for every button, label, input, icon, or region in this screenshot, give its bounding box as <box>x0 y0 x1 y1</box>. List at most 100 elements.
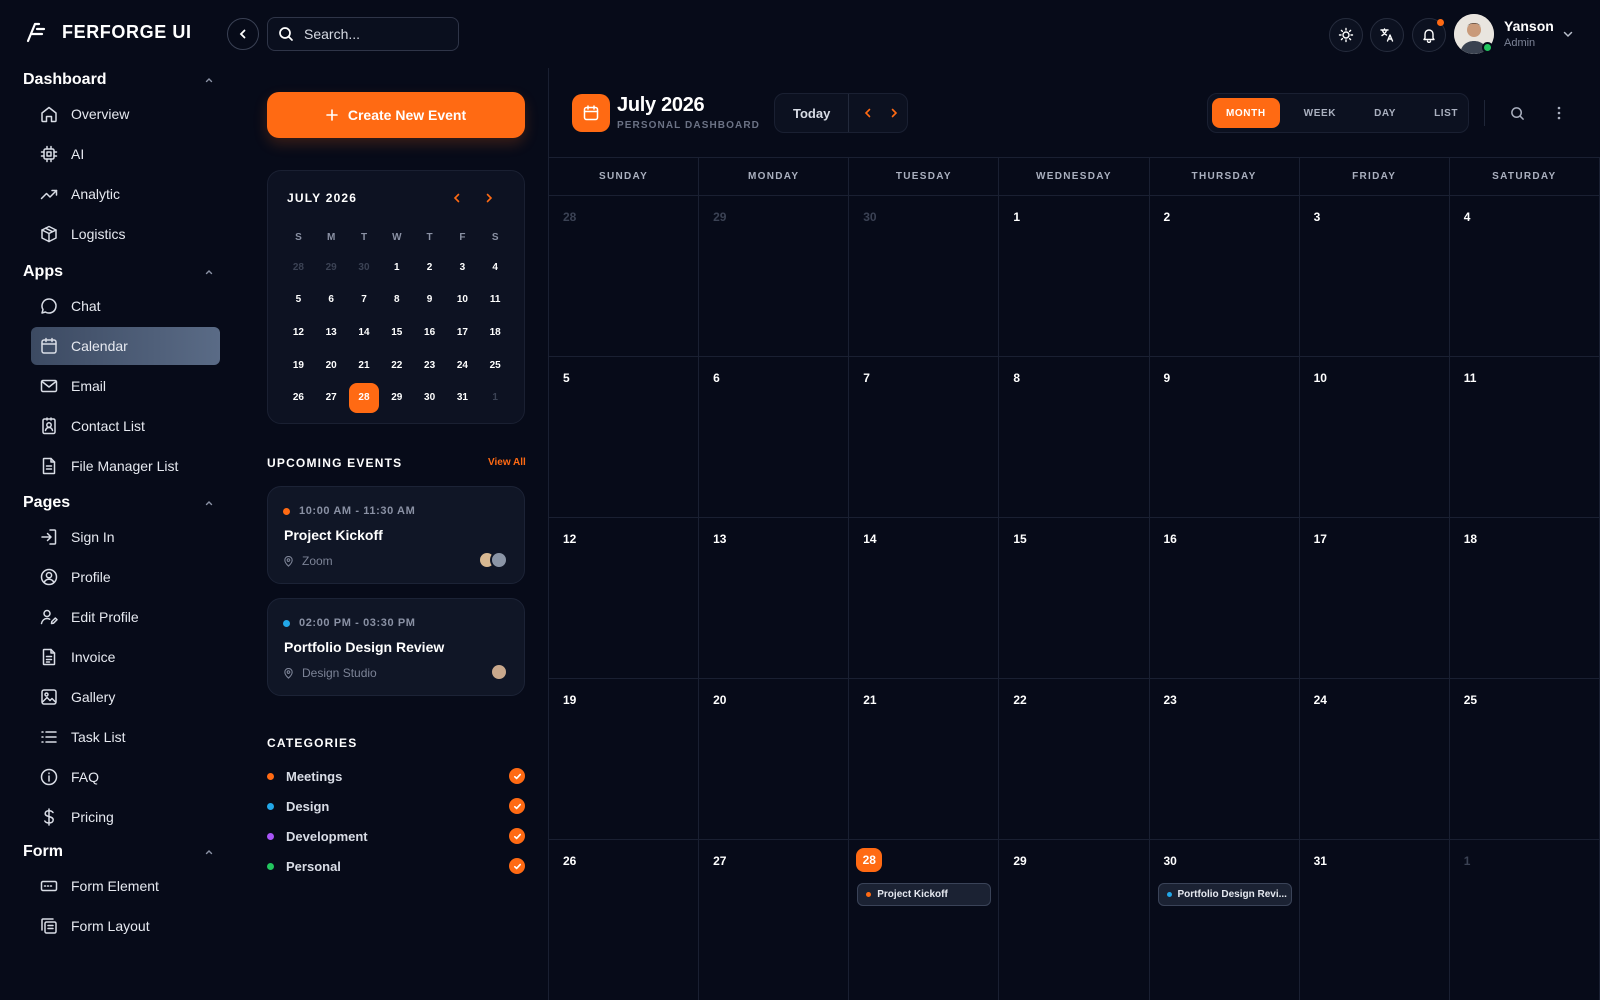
calendar-day[interactable]: 19 <box>549 679 700 840</box>
sidebar-item-logistics[interactable]: Logistics <box>31 215 220 253</box>
mini-day[interactable]: 30 <box>348 251 381 284</box>
sidebar-item-ai[interactable]: AI <box>31 135 220 173</box>
mini-day[interactable]: 28 <box>282 251 315 284</box>
more-options-button[interactable] <box>1546 100 1572 126</box>
category-checkbox[interactable] <box>509 858 525 874</box>
calendar-day[interactable]: 25 <box>1449 679 1600 840</box>
calendar-day[interactable]: 28 <box>549 196 700 357</box>
sidebar-item-gallery[interactable]: Gallery <box>31 678 220 716</box>
calendar-day[interactable]: 8 <box>999 357 1150 518</box>
collapse-sidebar-button[interactable] <box>227 18 259 50</box>
sidebar-item-analytic[interactable]: Analytic <box>31 175 220 213</box>
calendar-day[interactable]: 21 <box>849 679 1000 840</box>
calendar-day[interactable]: 1 <box>999 196 1150 357</box>
calendar-day[interactable]: 4 <box>1449 196 1600 357</box>
brand[interactable]: FERFORGE UI <box>24 20 192 44</box>
search-input[interactable] <box>304 26 444 42</box>
mini-day[interactable]: 12 <box>282 316 315 349</box>
calendar-day[interactable]: 18 <box>1449 518 1600 679</box>
calendar-day[interactable]: 17 <box>1299 518 1450 679</box>
view-month-button[interactable]: MONTH <box>1212 98 1280 128</box>
sidebar-item-file-manager-list[interactable]: File Manager List <box>31 447 220 485</box>
sidebar-item-pricing[interactable]: Pricing <box>31 798 220 836</box>
mini-day[interactable]: 4 <box>479 251 512 284</box>
calendar-day[interactable]: 13 <box>699 518 850 679</box>
notifications-button[interactable] <box>1412 18 1446 52</box>
calendar-day[interactable]: 27 <box>699 840 850 1000</box>
calendar-day[interactable]: 2 <box>1149 196 1300 357</box>
mini-day[interactable]: 27 <box>315 381 348 414</box>
mini-day[interactable]: 6 <box>315 284 348 317</box>
calendar-day[interactable]: 11 <box>1449 357 1600 518</box>
mini-day[interactable]: 15 <box>380 316 413 349</box>
mini-day[interactable]: 13 <box>315 316 348 349</box>
mini-day[interactable]: 3 <box>446 251 479 284</box>
chevron-down-icon[interactable] <box>1562 28 1574 40</box>
mini-day[interactable]: 17 <box>446 316 479 349</box>
view-day-button[interactable]: DAY <box>1360 98 1410 128</box>
mini-day[interactable]: 21 <box>348 349 381 382</box>
calendar-day[interactable]: 15 <box>999 518 1150 679</box>
calendar-day[interactable]: 22 <box>999 679 1150 840</box>
mini-day[interactable]: 16 <box>413 316 446 349</box>
sidebar-item-email[interactable]: Email <box>31 367 220 405</box>
sidebar-item-task-list[interactable]: Task List <box>31 718 220 756</box>
view-week-button[interactable]: WEEK <box>1290 98 1350 128</box>
category-item[interactable]: Development <box>267 826 525 846</box>
nav-section-heading[interactable]: Apps <box>0 259 232 285</box>
today-button[interactable]: Today <box>775 94 850 132</box>
calendar-day[interactable]: 23 <box>1149 679 1300 840</box>
mini-day[interactable]: 20 <box>315 349 348 382</box>
calendar-day[interactable]: 30 <box>849 196 1000 357</box>
nav-section-heading[interactable]: Dashboard <box>0 67 232 93</box>
calendar-day[interactable]: 10 <box>1299 357 1450 518</box>
calendar-day[interactable]: 1 <box>1450 840 1600 1000</box>
calendar-day[interactable]: 6 <box>699 357 850 518</box>
mini-day[interactable]: 29 <box>380 381 413 414</box>
create-new-event-button[interactable]: Create New Event <box>267 92 525 138</box>
sidebar-item-chat[interactable]: Chat <box>31 287 220 325</box>
calendar-day[interactable]: 30 Portfolio Design Revi... <box>1150 840 1300 1000</box>
calendar-event-chip[interactable]: Project Kickoff <box>857 883 992 906</box>
sidebar-item-contact-list[interactable]: Contact List <box>31 407 220 445</box>
category-item[interactable]: Personal <box>267 856 525 876</box>
mini-day[interactable]: 8 <box>380 284 413 317</box>
calendar-day[interactable]: 20 <box>699 679 850 840</box>
sidebar-item-edit-profile[interactable]: Edit Profile <box>31 598 220 636</box>
calendar-day[interactable]: 7 <box>849 357 1000 518</box>
calendar-day[interactable]: 16 <box>1149 518 1300 679</box>
mini-day[interactable]: 29 <box>315 251 348 284</box>
calendar-day-today[interactable]: 28 Project Kickoff <box>849 840 1000 1000</box>
mini-day[interactable]: 18 <box>479 316 512 349</box>
mini-day[interactable]: 30 <box>413 381 446 414</box>
mini-day[interactable]: 22 <box>380 349 413 382</box>
calendar-day[interactable]: 12 <box>549 518 700 679</box>
calendar-event-chip[interactable]: Portfolio Design Revi... <box>1157 883 1292 906</box>
calendar-day[interactable]: 26 <box>549 840 700 1000</box>
calendar-day[interactable]: 9 <box>1149 357 1300 518</box>
language-button[interactable] <box>1370 18 1404 52</box>
mini-day[interactable]: 24 <box>446 349 479 382</box>
category-checkbox[interactable] <box>509 768 525 784</box>
mini-day[interactable]: 23 <box>413 349 446 382</box>
next-month-button[interactable] <box>881 100 907 126</box>
theme-toggle-button[interactable] <box>1329 18 1363 52</box>
mini-day[interactable]: 19 <box>282 349 315 382</box>
view-all-link[interactable]: View All <box>488 457 526 468</box>
sidebar-item-profile[interactable]: Profile <box>31 558 220 596</box>
calendar-day[interactable]: 24 <box>1299 679 1450 840</box>
calendar-day[interactable]: 29 <box>699 196 850 357</box>
mini-day[interactable]: 11 <box>479 284 512 317</box>
mini-day[interactable]: 14 <box>348 316 381 349</box>
upcoming-event-card[interactable]: 10:00 AM - 11:30 AM Project Kickoff Zoom <box>267 486 525 584</box>
prev-month-button[interactable] <box>855 100 881 126</box>
calendar-search-button[interactable] <box>1504 100 1530 126</box>
mini-day[interactable]: 25 <box>479 349 512 382</box>
nav-section-heading[interactable]: Form <box>0 839 232 865</box>
mini-day[interactable]: 26 <box>282 381 315 414</box>
sidebar-item-invoice[interactable]: Invoice <box>31 638 220 676</box>
category-checkbox[interactable] <box>509 828 525 844</box>
nav-section-heading[interactable]: Pages <box>0 490 232 516</box>
mini-day[interactable]: 9 <box>413 284 446 317</box>
category-checkbox[interactable] <box>509 798 525 814</box>
